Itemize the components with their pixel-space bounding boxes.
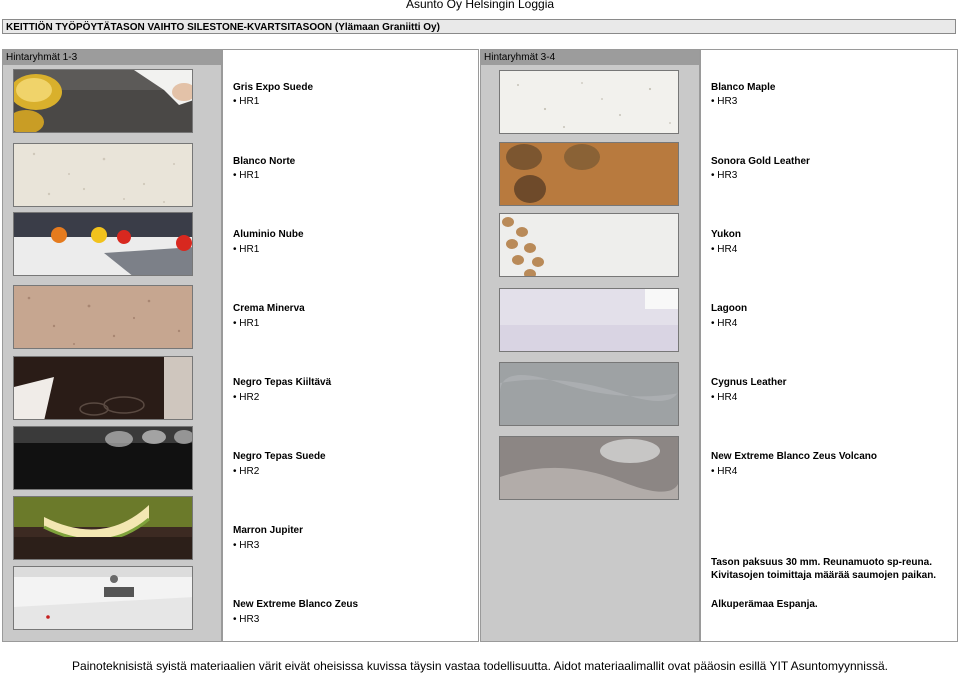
note-seams: Kivitasojen toimittaja määrää saumojen p… — [711, 570, 937, 581]
swatch-crema-minerva — [13, 285, 193, 349]
kitchen-peppers-image — [14, 213, 192, 275]
swatch-new-extreme-blanco-zeus-volcano — [499, 436, 679, 500]
lilac-white-image — [500, 289, 678, 351]
item-name-aluminio-nube: Aluminio Nube — [233, 229, 304, 240]
lemon-countertop-image — [14, 70, 192, 132]
white-kitchen-image — [14, 567, 192, 629]
item-name-yukon: Yukon — [711, 229, 742, 240]
item-code-blanco-norte: • HR1 — [233, 170, 260, 181]
item-code-yukon: • HR4 — [711, 244, 738, 255]
item-name-gris-expo-suede: Gris Expo Suede — [233, 82, 314, 93]
item-name-negro-tepas-kiiltava: Negro Tepas Kiiltävä — [233, 377, 332, 388]
swatch-blanco-maple — [499, 70, 679, 134]
white-fleck-image — [500, 71, 678, 133]
swatch-gris-expo-suede — [13, 69, 193, 133]
swatch-new-extreme-blanco-zeus — [13, 566, 193, 630]
item-name-blanco-maple: Blanco Maple — [711, 82, 776, 93]
item-name-new-extreme-blanco-zeus: New Extreme Blanco Zeus — [233, 599, 359, 610]
item-code-aluminio-nube: • HR1 — [233, 244, 260, 255]
swatch-aluminio-nube — [13, 212, 193, 276]
white-volcano-image — [500, 437, 678, 499]
item-name-marron-jupiter: Marron Jupiter — [233, 525, 304, 536]
note-thickness: Tason paksuus 30 mm. Reunamuoto sp-reuna… — [711, 557, 932, 568]
grey-leather-image — [500, 363, 678, 425]
item-code-new-extreme-blanco-zeus: • HR3 — [233, 614, 260, 625]
swatch-cygnus-leather — [499, 362, 679, 426]
item-code-crema-minerva: • HR1 — [233, 318, 260, 329]
item-code-sonora-gold-leather: • HR3 — [711, 170, 738, 181]
item-name-new-extreme-blanco-zeus-volcano: New Extreme Blanco Zeus Volcano — [711, 451, 877, 462]
footer-disclaimer: Painoteknisistä syistä materiaalien väri… — [72, 659, 888, 673]
swatch-marron-jupiter — [13, 496, 193, 560]
group-header-right: Hintaryhmät 3-4 — [481, 50, 699, 65]
hazelnuts-white-image — [500, 214, 678, 276]
black-glasses-image — [14, 427, 192, 489]
group-header-left-blank — [223, 50, 478, 65]
beige-speckle-image — [14, 286, 192, 348]
item-name-negro-tepas-suede: Negro Tepas Suede — [233, 451, 326, 462]
item-code-blanco-maple: • HR3 — [711, 96, 738, 107]
black-cooktop-image — [14, 357, 192, 419]
item-code-gris-expo-suede: • HR1 — [233, 96, 260, 107]
swatch-lagoon — [499, 288, 679, 352]
right-text-panel — [700, 49, 958, 642]
item-name-cygnus-leather: Cygnus Leather — [711, 377, 787, 388]
swatch-negro-tepas-kiiltava — [13, 356, 193, 420]
item-name-blanco-norte: Blanco Norte — [233, 156, 296, 167]
group-header-left: Hintaryhmät 1-3 — [3, 50, 221, 65]
speckled-white-image — [14, 144, 192, 206]
melon-brown-image — [14, 497, 192, 559]
group-header-right-blank — [701, 50, 957, 65]
company-title: Asunto Oy Helsingin Loggia — [405, 0, 555, 11]
item-name-sonora-gold-leather: Sonora Gold Leather — [711, 156, 810, 167]
item-code-negro-tepas-suede: • HR2 — [233, 466, 260, 477]
left-text-panel — [222, 49, 479, 642]
document-subtitle: KEITTIÖN TYÖPÖYTÄTASON VAIHTO SILESTONE-… — [2, 19, 956, 34]
item-code-marron-jupiter: • HR3 — [233, 540, 260, 551]
item-name-lagoon: Lagoon — [711, 303, 748, 314]
walnuts-gold-image — [500, 143, 678, 205]
swatch-sonora-gold-leather — [499, 142, 679, 206]
swatch-blanco-norte — [13, 143, 193, 207]
swatch-yukon — [499, 213, 679, 277]
note-origin: Alkuperämaa Espanja. — [711, 599, 818, 610]
item-name-crema-minerva: Crema Minerva — [233, 303, 305, 314]
swatch-negro-tepas-suede — [13, 426, 193, 490]
item-code-lagoon: • HR4 — [711, 318, 738, 329]
item-code-cygnus-leather: • HR4 — [711, 392, 738, 403]
item-code-negro-tepas-kiiltava: • HR2 — [233, 392, 260, 403]
item-code-new-extreme-blanco-zeus-volcano: • HR4 — [711, 466, 738, 477]
